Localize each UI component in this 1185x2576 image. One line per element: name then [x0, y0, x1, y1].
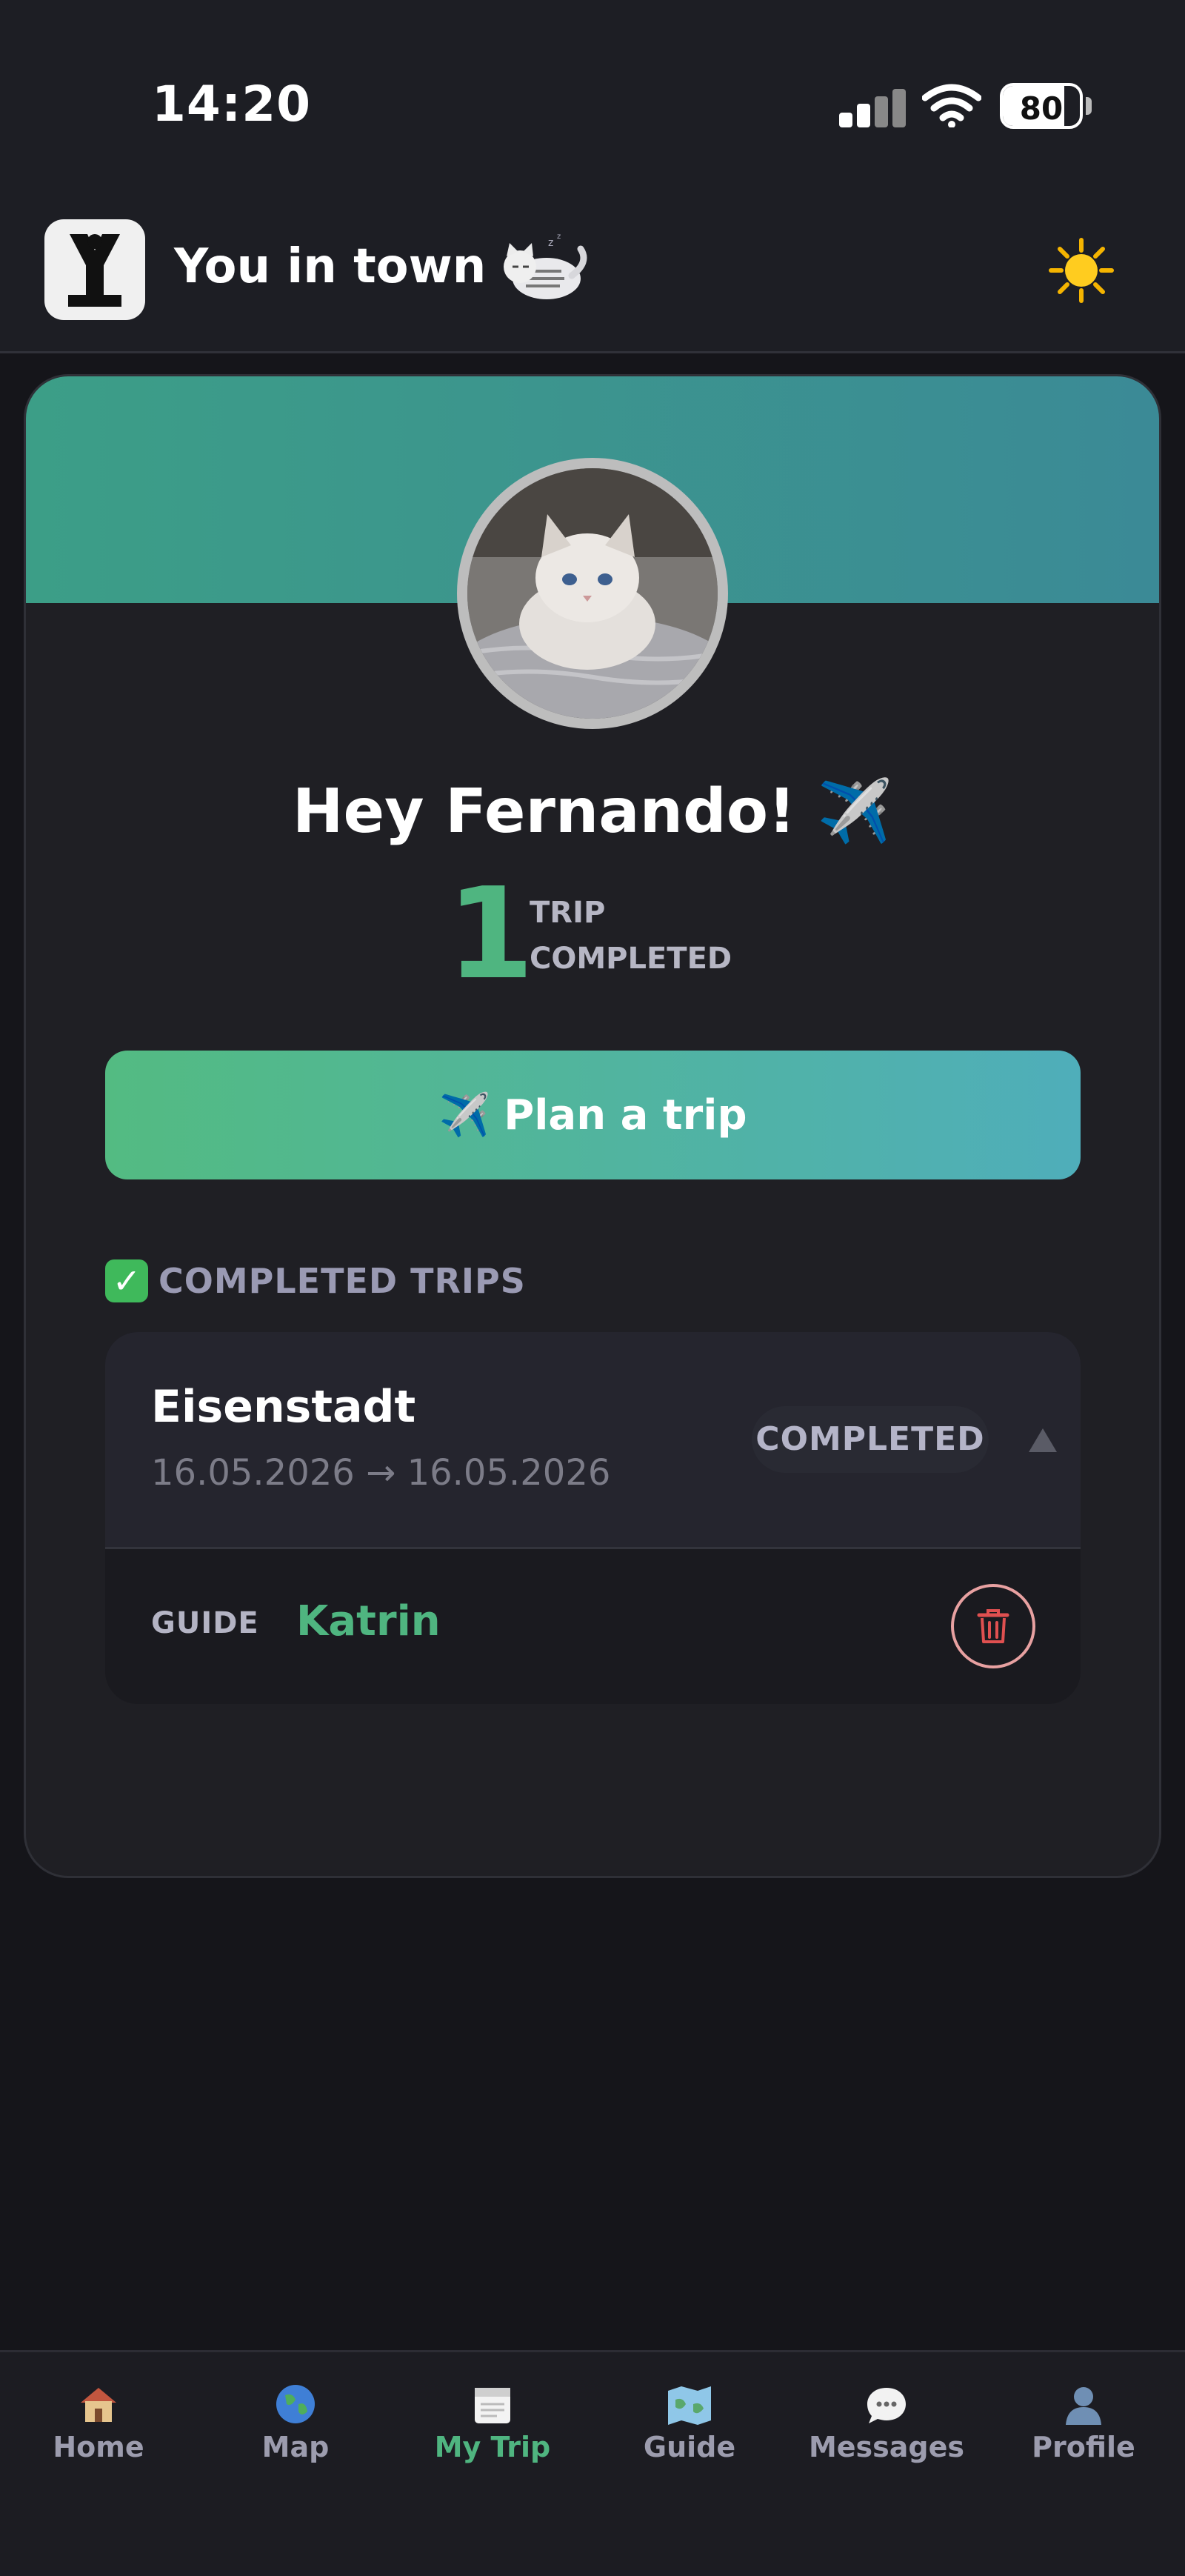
calendar-icon	[475, 2388, 510, 2423]
trips-completed-count: 1	[447, 861, 535, 1008]
user-icon	[1066, 2387, 1101, 2425]
profile-card: Hey Fernando! ✈️ 1 TRIP COMPLETED ✈️ Pla…	[24, 374, 1161, 1878]
tab-messages[interactable]: Messages	[788, 2374, 985, 2463]
app-header: You in town z z	[0, 207, 1185, 353]
svg-text:z: z	[548, 237, 553, 249]
tab-my-trip-label: My Trip	[434, 2431, 551, 2463]
tab-guide[interactable]: Guide	[591, 2374, 788, 2463]
tab-profile-label: Profile	[1032, 2431, 1135, 2463]
trips-completed-label: TRIP COMPLETED	[530, 890, 732, 982]
avatar[interactable]	[457, 458, 728, 729]
plan-trip-label: Plan a trip	[504, 1091, 747, 1139]
trips-completed-label-line2: COMPLETED	[530, 942, 732, 976]
status-time: 14:20	[152, 76, 312, 133]
completed-trips-heading: ✓ COMPLETED TRIPS	[105, 1259, 526, 1302]
battery-percentage: 80	[1019, 90, 1064, 127]
tab-home[interactable]: Home	[0, 2374, 197, 2463]
trip-card[interactable]: Eisenstadt 16.05.2026 → 16.05.2026 COMPL…	[105, 1332, 1081, 1704]
house-icon	[81, 2388, 116, 2422]
signal-icon	[839, 89, 906, 127]
sleeping-cat-icon: z z	[504, 233, 587, 299]
sun-icon[interactable]	[1048, 237, 1115, 304]
battery-tip	[1086, 97, 1092, 115]
chevron-up-icon[interactable]	[1027, 1427, 1058, 1454]
y-logo-icon	[68, 234, 121, 307]
app-title: You in town	[174, 239, 487, 294]
tab-my-trip[interactable]: My Trip	[394, 2374, 591, 2463]
tab-map[interactable]: Map	[197, 2374, 394, 2463]
map-icon	[668, 2386, 711, 2425]
tab-home-label: Home	[53, 2431, 144, 2463]
tab-messages-label: Messages	[808, 2431, 965, 2463]
trips-completed-label-line1: TRIP	[530, 896, 606, 930]
tab-map-label: Map	[261, 2431, 330, 2463]
status-bar: 14:20 80	[0, 0, 1185, 207]
guide-label: GUIDE	[151, 1606, 259, 1640]
tab-profile[interactable]: Profile	[985, 2374, 1182, 2463]
trip-card-header[interactable]: Eisenstadt 16.05.2026 → 16.05.2026 COMPL…	[105, 1332, 1081, 1549]
checkmark-icon: ✓	[105, 1259, 148, 1302]
cat-photo	[467, 468, 718, 719]
greeting-title: Hey Fernando! ✈️	[292, 776, 893, 847]
airplane-icon: ✈️	[438, 1091, 491, 1139]
completed-trips-title: COMPLETED TRIPS	[158, 1261, 526, 1301]
guide-name[interactable]: Katrin	[296, 1597, 441, 1645]
globe-icon	[276, 2385, 315, 2423]
trash-icon	[977, 1609, 1009, 1643]
status-badge: COMPLETED	[752, 1406, 989, 1473]
wifi-icon	[922, 84, 981, 127]
trip-dates: 16.05.2026 → 16.05.2026	[151, 1452, 611, 1494]
tab-guide-label: Guide	[643, 2431, 736, 2463]
plan-trip-button[interactable]: ✈️ Plan a trip	[105, 1051, 1081, 1179]
trip-city: Eisenstadt	[151, 1381, 416, 1433]
delete-trip-button[interactable]	[951, 1584, 1035, 1668]
bottom-tab-bar: Home Map My Trip Guide Messages Profile	[0, 2350, 1185, 2576]
chat-icon	[867, 2388, 906, 2423]
svg-text:z: z	[557, 233, 561, 241]
battery-icon: 80	[1000, 83, 1083, 129]
app-logo[interactable]	[44, 219, 145, 320]
